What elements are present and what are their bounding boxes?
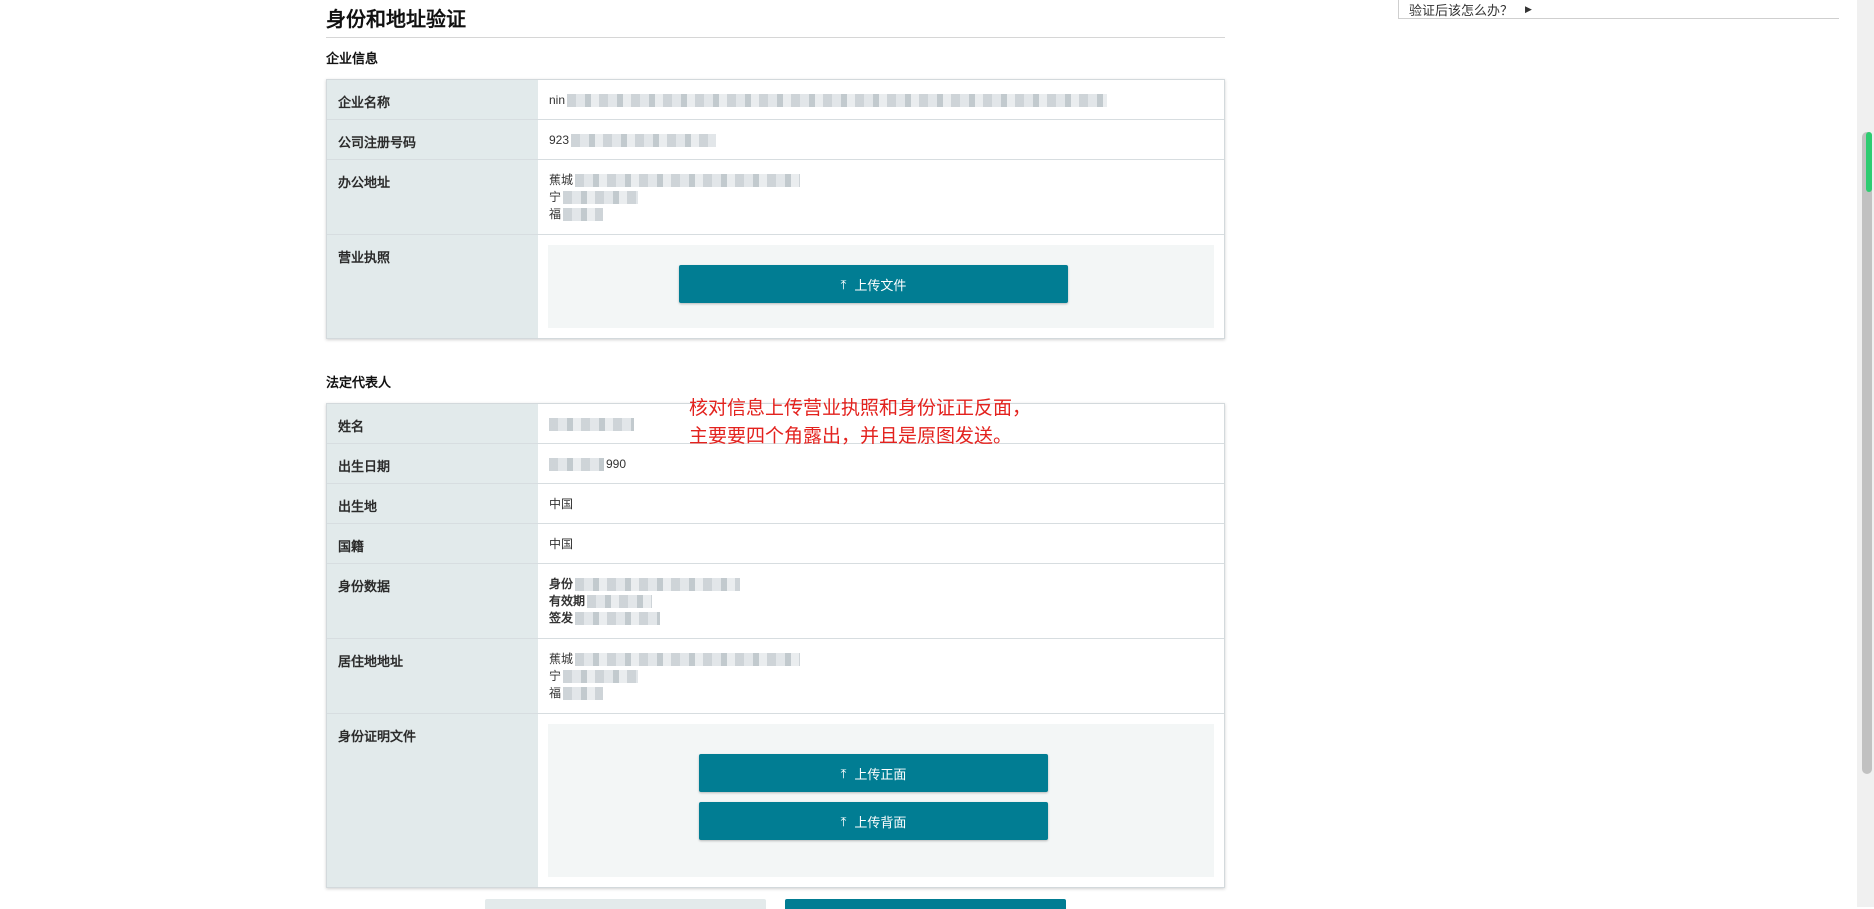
row-label: 身份数据 bbox=[327, 564, 538, 638]
page-title: 身份和地址验证 bbox=[326, 9, 466, 31]
legal-rep-card: 姓名 出生日期 990 出生地 中国 国籍 中国 身份数据 身份 有效期 签发 bbox=[326, 403, 1225, 888]
row-label: 居住地地址 bbox=[327, 639, 538, 713]
row-company-name: 企业名称 nin bbox=[327, 80, 1224, 119]
upload-file-button[interactable]: ⤒ 上传文件 bbox=[679, 265, 1068, 303]
row-office-address: 办公地址 蕉城 宁 福 bbox=[327, 159, 1224, 234]
redacted-blur bbox=[549, 458, 604, 472]
triangle-right-icon: ▶ bbox=[1525, 3, 1532, 14]
company-name-value: nin bbox=[538, 80, 1224, 119]
redacted-blur bbox=[575, 612, 661, 626]
row-label: 出生地 bbox=[327, 484, 538, 523]
row-birthplace: 出生地 中国 bbox=[327, 483, 1224, 523]
id-data-value: 身份 有效期 签发 bbox=[538, 564, 1224, 638]
row-label: 姓名 bbox=[327, 404, 538, 443]
row-label: 营业执照 bbox=[327, 235, 538, 338]
residence-address-value: 蕉城 宁 福 bbox=[538, 639, 1224, 713]
row-nationality: 国籍 中国 bbox=[327, 523, 1224, 563]
row-label: 企业名称 bbox=[327, 80, 538, 119]
help-link-label: 验证后该怎么办？ bbox=[1409, 2, 1514, 18]
row-business-license: 营业执照 ⤒ 上传文件 bbox=[327, 234, 1224, 338]
redacted-blur bbox=[571, 134, 717, 148]
annotation-note: 核对信息上传营业执照和身份证正反面， 主要要四个角露出，并且是原图发送。 bbox=[689, 398, 1032, 447]
id-upload-area: ⤒ 上传正面 ⤒ 上传背面 bbox=[548, 724, 1214, 877]
birthplace-value: 中国 bbox=[549, 497, 574, 511]
row-reg-no: 公司注册号码 923 bbox=[327, 119, 1224, 159]
upload-icon: ⤒ bbox=[840, 765, 847, 781]
upload-back-button[interactable]: ⤒ 上传背面 bbox=[699, 802, 1048, 840]
help-divider bbox=[1398, 18, 1839, 19]
scrollbar-indicator bbox=[1866, 132, 1872, 192]
upload-front-button[interactable]: ⤒ 上传正面 bbox=[699, 754, 1048, 792]
redacted-blur bbox=[563, 191, 639, 205]
redacted-blur bbox=[567, 94, 1108, 108]
submit-button[interactable] bbox=[785, 899, 1066, 909]
office-address-value: 蕉城 宁 福 bbox=[538, 160, 1224, 234]
reg-no-value: 923 bbox=[538, 120, 1224, 159]
row-id-data: 身份数据 身份 有效期 签发 bbox=[327, 563, 1224, 638]
back-button[interactable] bbox=[485, 899, 766, 909]
help-link[interactable]: 验证后该怎么办？ ▶ bbox=[1398, 0, 1532, 18]
nationality-value: 中国 bbox=[549, 537, 574, 551]
row-label: 公司注册号码 bbox=[327, 120, 538, 159]
upload-icon: ⤒ bbox=[840, 276, 847, 292]
row-id-documents: 身份证明文件 ⤒ 上传正面 ⤒ 上传背面 bbox=[327, 713, 1224, 887]
row-label: 身份证明文件 bbox=[327, 714, 538, 887]
redacted-blur bbox=[575, 578, 741, 592]
redacted-blur bbox=[563, 687, 604, 701]
company-card: 企业名称 nin 公司注册号码 923 办公地址 蕉城 宁 福 营业执照 ⤒ 上… bbox=[326, 79, 1225, 339]
row-residence-address: 居住地地址 蕉城 宁 福 bbox=[327, 638, 1224, 713]
upload-icon: ⤒ bbox=[840, 813, 847, 829]
row-label: 出生日期 bbox=[327, 444, 538, 483]
redacted-blur bbox=[563, 208, 604, 222]
section-title-legal-rep: 法定代表人 bbox=[326, 375, 392, 390]
scrollbar[interactable] bbox=[1857, 0, 1874, 907]
redacted-blur bbox=[575, 174, 801, 188]
license-upload-area: ⤒ 上传文件 bbox=[548, 245, 1214, 328]
redacted-blur bbox=[549, 418, 634, 432]
section-title-company: 企业信息 bbox=[326, 51, 379, 66]
row-label: 办公地址 bbox=[327, 160, 538, 234]
scrollbar-thumb[interactable] bbox=[1862, 132, 1872, 774]
row-label: 国籍 bbox=[327, 524, 538, 563]
redacted-blur bbox=[563, 670, 639, 684]
redacted-blur bbox=[575, 653, 801, 667]
title-divider bbox=[326, 37, 1225, 38]
redacted-blur bbox=[587, 595, 653, 609]
